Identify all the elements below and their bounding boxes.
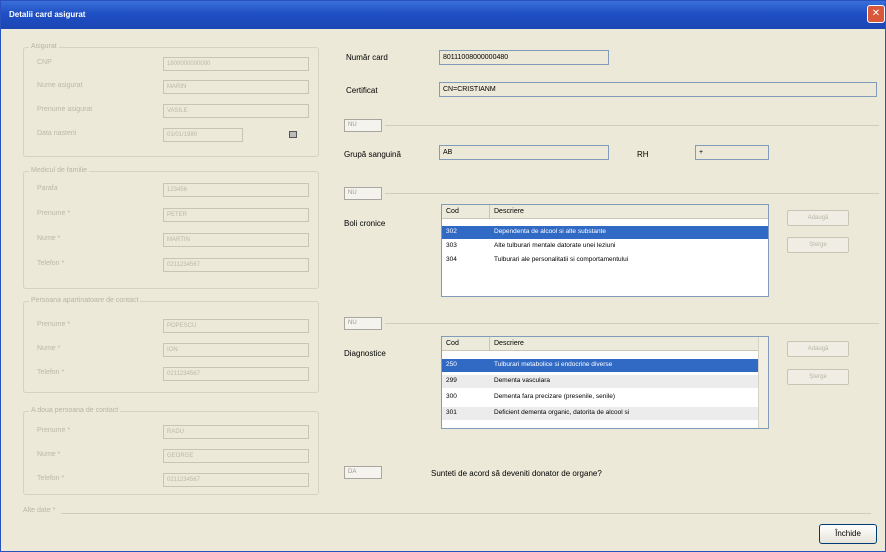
doctor-seal-label: Parafa	[37, 185, 58, 192]
rh-field[interactable]: +	[695, 145, 769, 160]
insured-firstname-field[interactable]: VASILE	[163, 104, 309, 118]
certificate-label: Certificat	[346, 86, 378, 95]
dialog-window: Detalii card asigurat ✕ Asigurat CNP 180…	[0, 0, 886, 552]
diagnoses-col-code[interactable]: Cod	[442, 337, 490, 351]
contact2-name-field[interactable]: GEORGE	[163, 449, 309, 463]
blood-divider	[385, 125, 879, 126]
contact2-group-label: A doua persoana de contact	[29, 407, 121, 414]
chronic-add-button[interactable]: Adaugă	[787, 210, 849, 226]
diagnoses-row-code: 250	[446, 361, 457, 368]
blood-group-field[interactable]: AB	[439, 145, 609, 160]
diagnoses-list-header: Cod Descriere	[442, 337, 768, 351]
chronic-row[interactable]: 302 Dependenta de alcool si alte substan…	[442, 226, 768, 239]
diagnoses-col-desc[interactable]: Descriere	[490, 337, 758, 351]
contact2-phone-field[interactable]: 0211234567	[163, 473, 309, 487]
chronic-row-desc: Tulburari ale personalitatii si comporta…	[494, 256, 629, 263]
diagnoses-row[interactable]: 301 Deficient dementa organic, datorita …	[442, 407, 758, 420]
contact2-phone-label: Telefon *	[37, 475, 65, 482]
insured-firstname-label: Prenume asigurat	[37, 106, 93, 113]
doctor-phone-field[interactable]: 0211234567	[163, 258, 309, 272]
doctor-firstname-label: Prenume *	[37, 210, 71, 217]
diagnoses-add-button[interactable]: Adaugă	[787, 341, 849, 357]
diagnoses-row-code: 300	[446, 393, 457, 400]
chronic-list-header: Cod Descriere	[442, 205, 768, 219]
chronic-col-desc[interactable]: Descriere	[490, 205, 768, 219]
diagnoses-row[interactable]: 300 Dementa fara precizare (presenile, s…	[442, 391, 758, 404]
chronic-row-code: 304	[446, 256, 457, 263]
diagnoses-delete-button[interactable]: Șterge	[787, 369, 849, 385]
chronic-row-code: 302	[446, 228, 457, 235]
contact1-phone-field[interactable]: 0211234567	[163, 367, 309, 381]
doctor-seal-field[interactable]: 123456	[163, 183, 309, 197]
doctor-firstname-field[interactable]: PETER	[163, 208, 309, 222]
chronic-delete-button[interactable]: Șterge	[787, 237, 849, 253]
blood-group-label: Grupă sanguină	[344, 150, 401, 159]
donor-question: Sunteti de acord să deveniti donator de …	[431, 469, 602, 478]
birthdate-label: Data nasterii	[37, 130, 77, 137]
calendar-icon[interactable]	[289, 131, 297, 138]
close-button[interactable]: Închide	[819, 524, 877, 544]
contact1-firstname-field[interactable]: POPESCU	[163, 319, 309, 333]
chronic-row-desc: Alte tulburari mentale datorate unei lez…	[494, 242, 616, 249]
insured-name-label: Nume asigurat	[37, 82, 83, 89]
diagnoses-label: Diagnostice	[344, 349, 386, 358]
chronic-col-code[interactable]: Cod	[442, 205, 490, 219]
diagnoses-row-desc: Dementa vasculara	[494, 377, 550, 384]
donor-tag: DA	[344, 466, 382, 479]
birthdate-field[interactable]: 01/01/1980	[163, 128, 243, 142]
chronic-list[interactable]: Cod Descriere 302 Dependenta de alcool s…	[441, 204, 769, 297]
contact1-name-field[interactable]: ION	[163, 343, 309, 357]
diagnoses-row-desc: Tulburari metabolice si endocrine divers…	[494, 361, 613, 368]
diagnoses-divider	[385, 323, 879, 324]
other-data-label: Alte date *	[23, 507, 59, 514]
chronic-row[interactable]: 303 Alte tulburari mentale datorate unei…	[442, 240, 768, 253]
diagnoses-row-desc: Dementa fara precizare (presenile, senil…	[494, 393, 616, 400]
chronic-row-code: 303	[446, 242, 457, 249]
diagnoses-list[interactable]: Cod Descriere 250 Tulburari metabolice s…	[441, 336, 769, 429]
chronic-label: Boli cronice	[344, 219, 386, 228]
close-icon[interactable]: ✕	[867, 5, 885, 23]
diagnoses-row-code: 301	[446, 409, 457, 416]
contact2-firstname-field[interactable]: RADU	[163, 425, 309, 439]
diagnoses-tag: NU	[344, 317, 382, 330]
cnp-field[interactable]: 1800000000000	[163, 57, 309, 71]
chronic-row[interactable]: 304 Tulburari ale personalitatii si comp…	[442, 254, 768, 267]
insured-group-label: Asigurat	[29, 43, 59, 50]
chronic-divider	[385, 193, 879, 194]
doctor-name-label: Nume *	[37, 235, 61, 242]
card-number-label: Număr card	[346, 53, 388, 62]
insured-name-field[interactable]: MARIN	[163, 80, 309, 94]
contact2-firstname-label: Prenume *	[37, 427, 71, 434]
bottom-divider	[61, 513, 871, 514]
blood-tag: NU	[344, 119, 382, 132]
card-number-field[interactable]: 80111008000000480	[439, 50, 609, 65]
chronic-tag: NU	[344, 187, 382, 200]
contact1-phone-label: Telefon *	[37, 369, 65, 376]
contact2-name-label: Nume *	[37, 451, 61, 458]
diagnoses-row-desc: Deficient dementa organic, datorita de a…	[494, 409, 630, 416]
window-title: Detalii card asigurat	[9, 10, 86, 19]
rh-label: RH	[637, 150, 649, 159]
certificate-field[interactable]: CN=CRISTIANM	[439, 82, 877, 97]
diagnoses-scrollbar[interactable]	[758, 337, 768, 428]
diagnoses-row[interactable]: 250 Tulburari metabolice si endocrine di…	[442, 359, 758, 372]
diagnoses-row-code: 299	[446, 377, 457, 384]
chronic-row-desc: Dependenta de alcool si alte substante	[494, 228, 607, 235]
title-bar: Detalii card asigurat ✕	[1, 1, 885, 29]
contact1-firstname-label: Prenume *	[37, 321, 71, 328]
doctor-name-field[interactable]: MARTIN	[163, 233, 309, 247]
doctor-phone-label: Telefon *	[37, 260, 65, 267]
contact1-group-label: Persoana apartinatoare de contact	[29, 297, 141, 304]
diagnoses-row[interactable]: 299 Dementa vasculara	[442, 375, 758, 388]
cnp-label: CNP	[37, 59, 52, 66]
contact1-name-label: Nume *	[37, 345, 61, 352]
doctor-group-label: Medicul de familie	[29, 167, 90, 174]
